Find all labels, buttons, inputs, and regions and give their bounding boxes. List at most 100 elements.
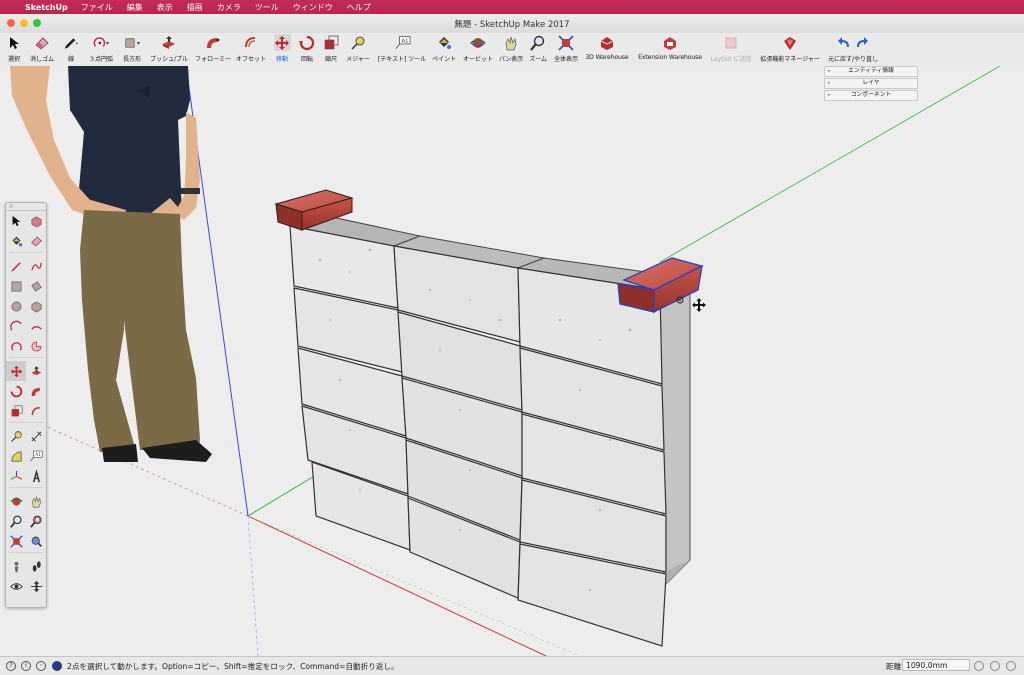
menu-window[interactable]: ウィンドウ (286, 2, 340, 13)
palette-arc-tool[interactable] (6, 316, 26, 336)
model-viewport[interactable]: A1 (0, 66, 1024, 656)
scene-canvas[interactable] (0, 66, 1024, 656)
palette-pie-tool[interactable] (26, 336, 46, 356)
palette-circle-tool[interactable] (6, 296, 26, 316)
palette-walk-tool[interactable] (26, 556, 46, 576)
palette-3d-text-tool[interactable] (26, 466, 46, 486)
palette-polygon-tool[interactable] (26, 296, 46, 316)
tool-pan[interactable]: パン表示 (497, 34, 525, 63)
tool-select[interactable]: 選択 (3, 34, 25, 63)
rotate-icon (299, 34, 316, 51)
menu-help[interactable]: ヘルプ (340, 2, 378, 13)
palette-tape-measure-tool[interactable] (6, 426, 26, 446)
instructor-icon[interactable] (52, 661, 62, 671)
palette-rectangle-tool[interactable] (6, 276, 26, 296)
palette-pan-tool[interactable] (26, 491, 46, 511)
palette-position-camera-tool[interactable] (6, 556, 26, 576)
palette-paint-tool[interactable] (6, 231, 26, 251)
move-cursor-icon (692, 298, 706, 312)
menu-draw[interactable]: 描画 (180, 2, 210, 13)
palette-axes-tool[interactable] (6, 466, 26, 486)
palette-move-tool[interactable] (6, 361, 26, 381)
palette-previous-view-tool[interactable] (26, 531, 46, 551)
circle-icon (11, 301, 21, 311)
tool-rotate[interactable]: 回転 (296, 34, 318, 63)
palette-titlebar[interactable] (6, 203, 46, 211)
status-indicator-icon-3 (1006, 661, 1016, 671)
tray-components[interactable]: ▸ コンポーネント (824, 90, 918, 101)
palette-select-tool[interactable] (6, 211, 26, 231)
blue-axis-dashed (247, 515, 259, 656)
palette-rotated-rectangle-tool[interactable] (26, 276, 46, 296)
palette-zoom-extents-tool[interactable] (6, 531, 26, 551)
tool-3d-warehouse[interactable]: 3D Warehouse (583, 34, 631, 61)
palette-text-tool[interactable]: A1 (26, 446, 46, 466)
protractor-icon (11, 451, 21, 461)
tool-zoom[interactable]: ズーム (527, 34, 549, 63)
palette-section-plane-tool[interactable] (26, 576, 46, 596)
svg-text:A1: A1 (35, 452, 41, 458)
status-indicator-icon (974, 661, 984, 671)
app-menu[interactable]: SketchUp (19, 3, 74, 12)
palette-zoom-window-tool[interactable] (26, 511, 46, 531)
menu-tools[interactable]: ツール (248, 2, 286, 13)
tool-tape-measure[interactable]: メジャー (343, 34, 373, 63)
tool-move[interactable]: 移動 (270, 34, 294, 63)
tool-push-pull[interactable]: プッシュ/プル (148, 34, 190, 63)
tape-measure-icon (350, 34, 367, 51)
tool-line[interactable]: 線 (60, 34, 82, 63)
palette-look-around-tool[interactable] (6, 576, 26, 596)
palette-follow-me-tool[interactable] (26, 381, 46, 401)
move-icon (273, 34, 291, 51)
tool-text[interactable]: A1 [テキスト] ツール (375, 34, 429, 63)
palette-3point-arc-tool[interactable] (6, 336, 26, 356)
tool-paint[interactable]: ペイント (430, 34, 458, 63)
orbit-icon (470, 34, 487, 51)
zoom-window-icon (29, 515, 42, 528)
menu-file[interactable]: ファイル (74, 2, 120, 13)
scale-icon (11, 404, 23, 416)
palette-push-pull-tool[interactable] (26, 361, 46, 381)
tool-extension-manager[interactable]: 拡張機能マネージャー (757, 34, 823, 63)
tool-undo-redo[interactable]: 元に戻す/やり直し (825, 34, 881, 63)
tool-extension-warehouse[interactable]: Extension Warehouse (634, 34, 706, 61)
push-pull-icon (161, 34, 178, 51)
menu-view[interactable]: 表示 (150, 2, 180, 13)
eraser-icon (34, 34, 51, 51)
user-account-icon[interactable]: ◦ (36, 661, 46, 671)
tool-rectangle[interactable]: 長方形 (118, 34, 146, 63)
credits-icon[interactable]: i (21, 661, 31, 671)
tool-orbit[interactable]: オービット (460, 34, 496, 63)
tool-arc[interactable]: ３点円弧 (86, 34, 116, 63)
tool-zoom-extents[interactable]: 全体表示 (551, 34, 581, 63)
tray-entity-info[interactable]: ▸ エンティティ情報 (824, 66, 918, 77)
tool-offset[interactable]: オフセット (234, 34, 268, 63)
tool-eraser[interactable]: 消しゴム (27, 34, 57, 63)
palette-line-tool[interactable] (6, 256, 26, 276)
menu-edit[interactable]: 編集 (120, 2, 150, 13)
tool-send-to-layout[interactable]: LayOut に送信 (708, 34, 754, 63)
palette-eraser-tool[interactable] (26, 231, 46, 251)
look-around-eye-icon (9, 582, 23, 590)
palette-orbit-tool[interactable] (6, 491, 26, 511)
tool-scale[interactable]: 縮尺 (320, 34, 342, 63)
palette-2point-arc-tool[interactable] (26, 316, 46, 336)
palette-dimension-tool[interactable] (26, 426, 46, 446)
paint-bucket-icon (11, 236, 22, 246)
palette-zoom-tool[interactable] (6, 511, 26, 531)
palette-component-tool[interactable] (26, 211, 46, 231)
palette-protractor-tool[interactable] (6, 446, 26, 466)
offset-icon (31, 406, 40, 415)
tool-follow-me[interactable]: フォローミー (192, 34, 234, 63)
palette-close-button[interactable] (9, 204, 13, 208)
tray-layers[interactable]: ▸ レイヤ (824, 78, 918, 89)
palette-rotate-tool[interactable] (6, 381, 26, 401)
palette-scale-tool[interactable] (6, 401, 26, 421)
measurements-input[interactable]: 1090.0mm (902, 659, 970, 671)
palette-offset-tool[interactable] (26, 401, 46, 421)
menu-camera[interactable]: カメラ (210, 2, 248, 13)
palette-freehand-tool[interactable] (26, 256, 46, 276)
collapse-triangle-icon: ▸ (828, 92, 831, 98)
tape-measure-icon (10, 430, 22, 442)
geo-location-icon[interactable]: ? (6, 661, 16, 671)
